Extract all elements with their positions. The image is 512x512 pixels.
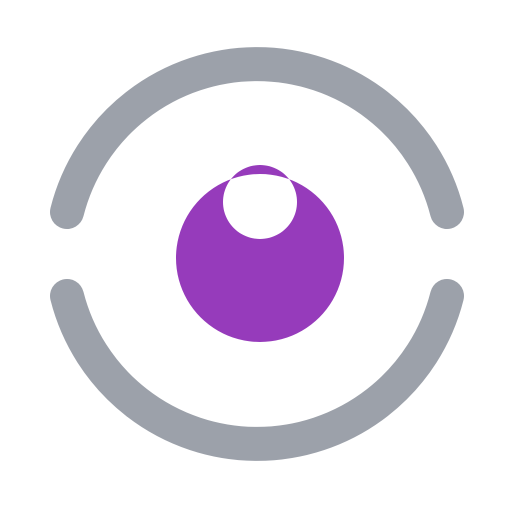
pupil-circle	[175, 165, 344, 342]
app-icon-canvas	[0, 0, 512, 512]
eye-logo-icon	[50, 47, 464, 461]
ring-top-arc	[50, 47, 464, 229]
